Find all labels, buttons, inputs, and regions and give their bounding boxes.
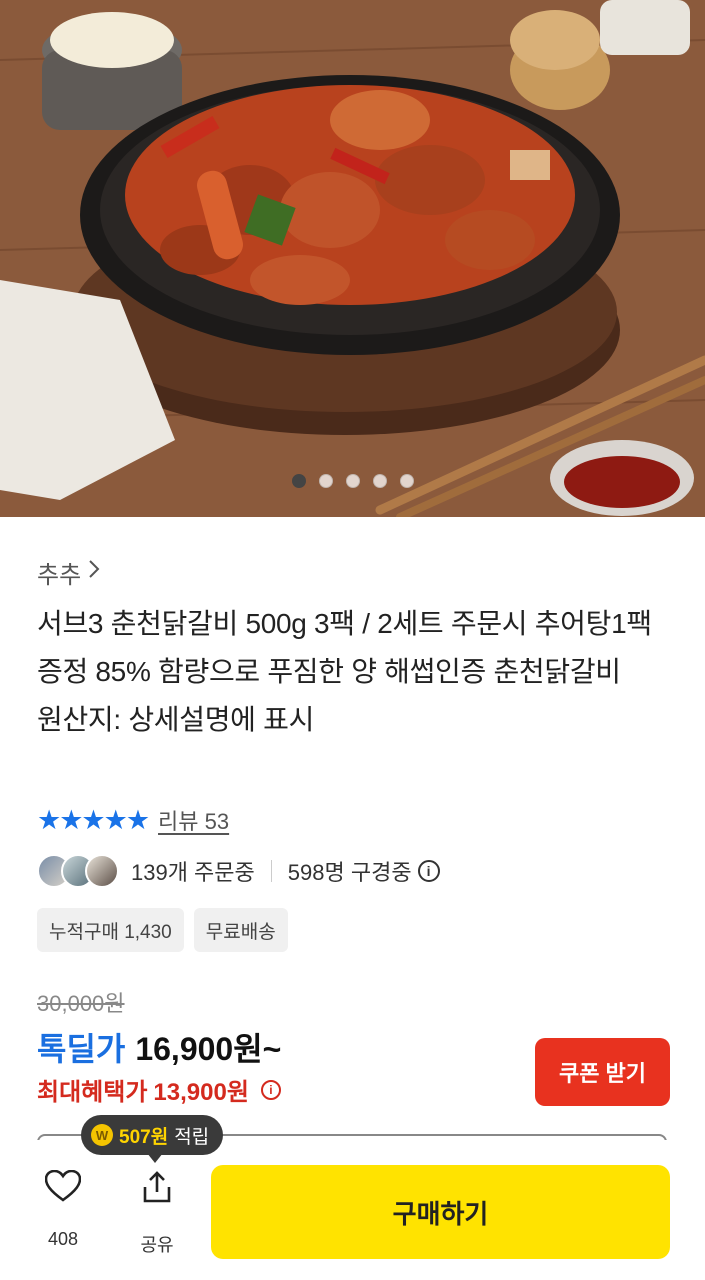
points-amount: 507원	[119, 1126, 169, 1148]
social-proof-row: 139개 주문중 598명 구경중 i	[37, 852, 440, 890]
product-title: 서브3 춘천닭갈비 500g 3팩 / 2세트 주문시 추어탕1팩 증정 85%…	[37, 608, 652, 687]
share-label: 공유	[140, 1235, 174, 1255]
chevron-right-icon	[87, 558, 101, 587]
heart-icon	[44, 1169, 82, 1207]
food-photo	[0, 0, 705, 517]
share-icon	[141, 1170, 173, 1209]
avatar	[85, 854, 119, 888]
like-count: 408	[47, 1229, 79, 1249]
product-origin: 원산지: 상세설명에 표시	[37, 704, 315, 735]
info-icon[interactable]: i	[260, 1079, 281, 1100]
max-benefit-label: 최대혜택가	[37, 1079, 148, 1106]
rating-row[interactable]: ★★★★★ 리뷰 53	[37, 804, 229, 836]
cumulative-purchase-badge: 누적구매 1,430	[37, 908, 184, 952]
deal-price-row: 톡딜가 16,900원~	[37, 1024, 281, 1070]
points-tooltip: W 507원 적립	[81, 1115, 224, 1155]
badge-row: 누적구매 1,430 무료배송	[37, 908, 288, 952]
coin-icon: W	[91, 1124, 113, 1146]
viewers-count: 598명 구경중	[287, 860, 412, 885]
product-hero-image[interactable]	[0, 0, 705, 517]
buy-button[interactable]: 구매하기	[211, 1165, 670, 1259]
buyer-avatars	[37, 854, 119, 888]
deal-label: 톡딜가	[37, 1031, 126, 1067]
divider	[270, 860, 272, 882]
max-benefit-row[interactable]: 최대혜택가 13,900원 i	[37, 1072, 281, 1107]
share-button[interactable]: 공유	[122, 1170, 192, 1257]
product-title-block: 서브3 춘천닭갈비 500g 3팩 / 2세트 주문시 추어탕1팩 증정 85%…	[37, 600, 677, 744]
carousel-indicator[interactable]	[0, 474, 705, 488]
original-price: 30,000원	[37, 991, 125, 1016]
info-icon[interactable]: i	[417, 860, 440, 882]
deal-price: 16,900원~	[135, 1031, 282, 1067]
review-link[interactable]: 리뷰 53	[158, 804, 229, 836]
carousel-dot[interactable]	[318, 474, 333, 488]
max-benefit-price: 13,900원	[153, 1079, 249, 1106]
seller-name: 추추	[37, 562, 82, 589]
carousel-dot[interactable]	[291, 474, 306, 488]
carousel-dot[interactable]	[345, 474, 360, 488]
free-shipping-badge: 무료배송	[193, 908, 288, 952]
like-button[interactable]: 408	[28, 1169, 98, 1250]
carousel-dot[interactable]	[372, 474, 387, 488]
carousel-dot[interactable]	[399, 474, 414, 488]
coupon-button[interactable]: 쿠폰 받기	[535, 1038, 670, 1106]
orders-count: 139개 주문중	[131, 860, 255, 885]
points-suffix: 적립	[174, 1126, 210, 1148]
tooltip-arrow	[147, 1153, 163, 1163]
star-rating-icon: ★★★★★	[37, 804, 150, 835]
seller-link[interactable]: 추추	[37, 555, 101, 590]
